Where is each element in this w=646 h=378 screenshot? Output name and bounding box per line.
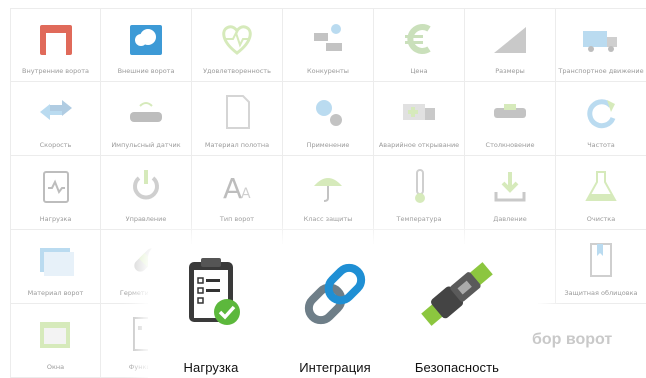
clipboard-check-icon (189, 258, 240, 325)
grid-row: Нагрузка Управление A A Тип ворот Класс защит… (10, 156, 646, 230)
grid-cell[interactable]: Управление (101, 156, 192, 230)
section-title: бор ворот (532, 331, 613, 348)
grid-cell-label: Столкновение (485, 141, 535, 149)
grid-cell-label: Температура (396, 215, 442, 223)
grid-cell[interactable]: Нагрузка (10, 156, 101, 230)
grid-cell[interactable]: Очистка (556, 156, 646, 230)
grid-cell[interactable]: Внешние ворота (101, 8, 192, 82)
grid-cell[interactable]: Цена (374, 8, 465, 82)
grid-cell[interactable]: Внутренние ворота (10, 8, 101, 82)
font-icon: AA (223, 172, 251, 205)
grid-cell-label: Конкуренты (307, 67, 349, 75)
grid-cell[interactable]: Удовлетворенность (192, 8, 283, 82)
seatbelt-icon (421, 262, 493, 326)
competitors-icon (314, 24, 342, 51)
heart-pulse-icon (222, 25, 252, 55)
grid-cell-label: Транспортное движение (558, 67, 644, 75)
grid-cell-label: Управление (125, 215, 167, 223)
feature-load[interactable]: Нагрузка (156, 252, 266, 375)
grid-cell-label: Защитная облицовка (564, 289, 638, 297)
arrows-speed-icon (39, 100, 72, 120)
grid-cell-label: Скорость (39, 141, 72, 149)
feature-integration-label: Интеграция (299, 360, 371, 375)
folder-window-icon (39, 322, 70, 348)
grid-cell[interactable]: Окна (10, 304, 101, 378)
grid-cell-label: Внешние ворота (117, 67, 175, 75)
grid-cell-label: Материал полотна (204, 141, 270, 149)
grid-cell-label: Материал ворот (27, 289, 84, 297)
grid-cell[interactable]: Импульсный датчик (101, 82, 192, 156)
euro-icon (405, 24, 431, 54)
grid-cell[interactable]: Материал ворот (10, 230, 101, 304)
grid-cell[interactable]: Материал полотна (192, 82, 283, 156)
umbrella-icon (314, 178, 342, 202)
grid-cell[interactable]: Конкуренты (283, 8, 374, 82)
outer-gate-weather-icon (130, 25, 162, 55)
panel-icon (39, 248, 74, 276)
svg-text:A: A (223, 172, 242, 205)
download-tray-icon (494, 172, 526, 202)
grid-cell-label: Цена (410, 67, 428, 75)
grid-cell-label: Частота (587, 141, 615, 149)
feature-load-label: Нагрузка (183, 360, 239, 375)
feature-integration[interactable]: Интеграция (280, 252, 390, 375)
power-icon (133, 170, 159, 200)
grid-cell-label: Размеры (495, 67, 525, 75)
grid-cell-label: Давление (493, 215, 527, 223)
chain-link-icon (304, 263, 366, 325)
grid-cell[interactable]: Давление (465, 156, 556, 230)
inner-gate-icon (39, 25, 72, 55)
grid-cell-label: Внутренние ворота (22, 67, 89, 75)
flask-icon (585, 171, 617, 201)
refresh-icon (587, 99, 616, 129)
load-chart-icon (42, 171, 69, 203)
collision-icon (494, 104, 526, 118)
feature-safety[interactable]: Безопасность (402, 252, 512, 375)
grid-cell-label: Очистка (586, 215, 616, 223)
grid-cell-label: Нагрузка (39, 215, 72, 223)
feature-popup: Нагрузка Интеграция Безопасность (148, 244, 538, 378)
grid-cell[interactable]: Температура (374, 156, 465, 230)
grid-cell-label: Применение (306, 141, 350, 149)
grid-cell[interactable]: A A Тип ворот (192, 156, 283, 230)
ruler-triangle-icon (494, 27, 526, 53)
gears-icon (316, 100, 342, 126)
document-icon (226, 95, 250, 129)
grid-cell[interactable]: Применение (283, 82, 374, 156)
grid-cell[interactable]: Аварийное открывание (374, 82, 465, 156)
grid-cell-label: Аварийное открывание (378, 141, 460, 149)
feature-safety-label: Безопасность (414, 360, 500, 375)
grid-cell[interactable]: Столкновение (465, 82, 556, 156)
grid-cell-label: Тип ворот (219, 215, 255, 223)
grid-cell-label: Удовлетворенность (203, 67, 271, 75)
grid-cell[interactable]: Скорость (10, 82, 101, 156)
grid-cell[interactable]: Защитная облицовка (556, 230, 646, 304)
grid-cell-label: Окна (46, 363, 65, 371)
bookmark-icon (590, 243, 612, 277)
grid-cell-label: Класс защиты (303, 215, 353, 223)
grid-cell[interactable]: Частота (556, 82, 646, 156)
grid-cell-label: Импульсный датчик (111, 141, 181, 149)
truck-icon (583, 31, 617, 52)
grid-row: Скорость Импульсный датчик Материал полотн… (10, 82, 646, 156)
grid-cell[interactable]: Класс защиты (283, 156, 374, 230)
ambulance-icon (403, 104, 435, 120)
svg-text:A: A (241, 186, 251, 202)
grid-cell[interactable]: Размеры (465, 8, 556, 82)
grid-cell[interactable]: Транспортное движение (556, 8, 646, 82)
thermometer-icon (415, 169, 425, 203)
sensor-icon (130, 102, 162, 122)
grid-row: Внутренние ворота Внешние ворота Удовлетво… (10, 8, 646, 82)
